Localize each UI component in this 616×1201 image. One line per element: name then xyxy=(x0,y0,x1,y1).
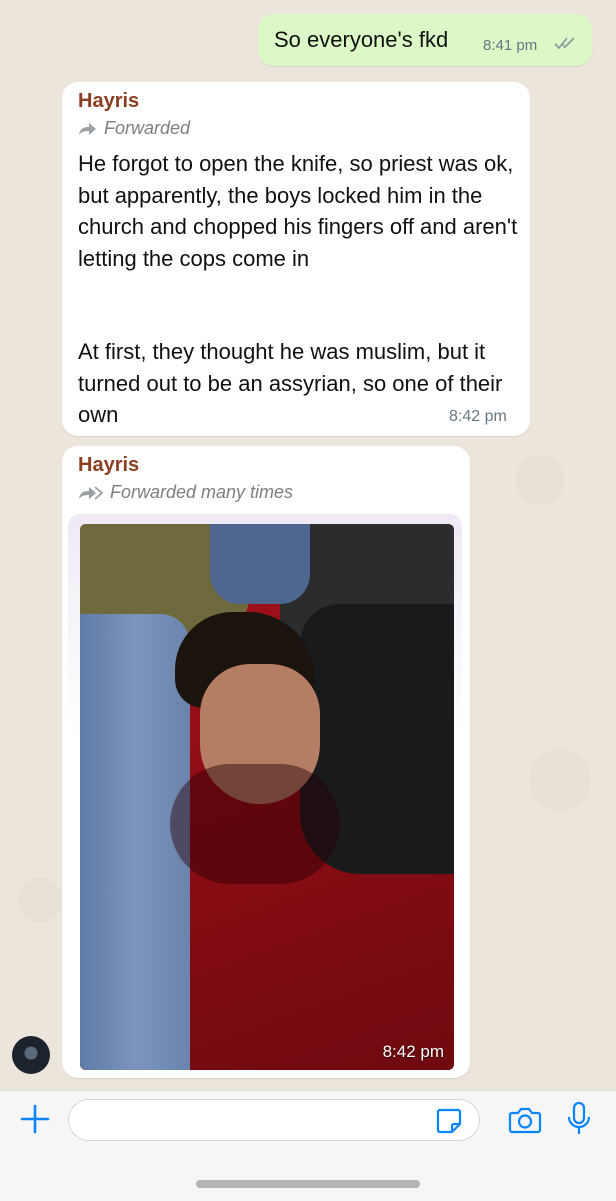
sender-name: Hayris xyxy=(78,90,140,112)
camera-icon[interactable] xyxy=(508,1104,542,1136)
message-paragraph: He forgot to open the knife, so priest w… xyxy=(78,151,518,271)
forwarded-text: Forwarded xyxy=(104,118,191,138)
forwarded-text: Forwarded many times xyxy=(110,482,294,502)
message-input[interactable] xyxy=(68,1099,480,1141)
photo-jeans-top xyxy=(210,524,310,604)
message-text: So everyone's fkd xyxy=(274,27,449,52)
sender-name: Hayris xyxy=(78,454,140,476)
message-time: 8:42 pm xyxy=(449,408,507,425)
double-check-icon xyxy=(554,36,576,53)
forwarded-label: Forwarded many times xyxy=(78,482,293,503)
plus-icon[interactable] xyxy=(18,1102,52,1136)
message-time: 8:42 pm xyxy=(382,1042,444,1061)
sticker-icon[interactable] xyxy=(434,1106,464,1136)
home-indicator xyxy=(196,1180,420,1188)
forward-many-times-icon xyxy=(79,485,104,500)
avatar[interactable] xyxy=(12,1036,50,1074)
microphone-icon[interactable] xyxy=(566,1101,592,1137)
incoming-photo-message[interactable]: Hayris Forwarded many times 8:42 pm xyxy=(62,446,470,1078)
incoming-message[interactable]: Hayris Forwarded He forgot to open the k… xyxy=(62,82,530,436)
forwarded-label: Forwarded xyxy=(78,118,190,139)
outgoing-message[interactable]: So everyone's fkd 8:41 pm xyxy=(258,14,592,66)
photo-shadow xyxy=(170,764,340,884)
forward-arrow-icon xyxy=(79,122,96,135)
photo-frame: 8:42 pm xyxy=(68,514,462,1072)
photo-attachment[interactable]: 8:42 pm xyxy=(80,524,454,1070)
message-time: 8:41 pm xyxy=(483,37,538,54)
